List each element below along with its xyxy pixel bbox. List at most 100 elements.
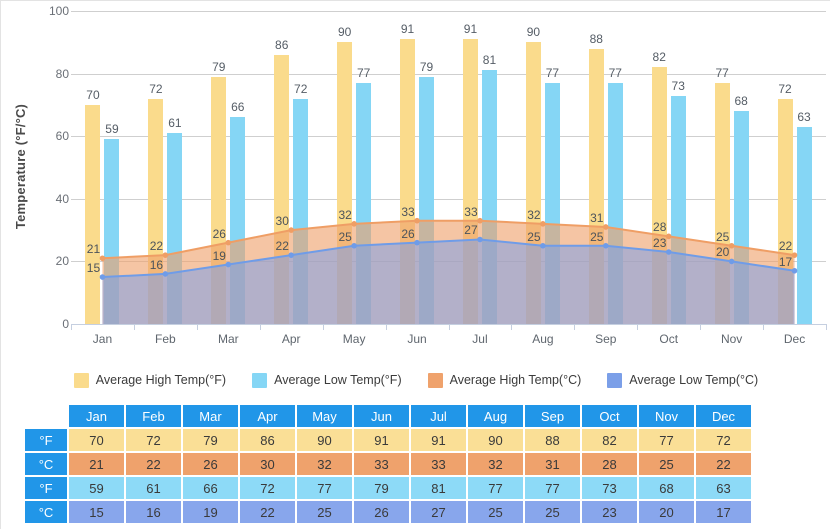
y-axis-ticks: 0 20 40 60 80 100: [31, 1, 69, 331]
table-cell: 77: [525, 477, 580, 499]
table-cell: 63: [696, 477, 751, 499]
y-tick-label: 60: [55, 129, 69, 144]
area-value-label: 32: [338, 207, 352, 222]
area-value-label: 26: [212, 226, 226, 241]
area-low-c-point: [728, 258, 735, 265]
table-cell: 72: [126, 429, 181, 451]
area-value-label: 20: [715, 245, 730, 260]
area-high-c-point: [162, 252, 169, 258]
x-axis-tick: [574, 324, 576, 330]
table-cell: 68: [639, 477, 694, 499]
area-value-label: 33: [401, 204, 415, 219]
area-value-label: 33: [464, 204, 478, 219]
y-tick-label: 40: [55, 191, 69, 206]
x-axis-label-jan: Jan: [92, 332, 113, 346]
legend-label: Average Low Temp(°C): [629, 373, 759, 387]
x-axis-label-jun: Jun: [407, 332, 427, 346]
table-row-header-3: °C: [25, 501, 67, 523]
area-value-label: 25: [715, 229, 730, 244]
legend-item-3[interactable]: Average Low Temp(°C): [607, 372, 759, 388]
x-axis-label-feb: Feb: [155, 332, 176, 346]
table-header: Jan Feb Mar Apr May Jun Jul Aug Sep Oct Nov Dec: [25, 405, 751, 427]
table-cell: 27: [411, 501, 466, 523]
area-series-layer: [99, 217, 798, 324]
table-cell: 25: [297, 501, 352, 523]
y-tick-label: 0: [62, 317, 69, 331]
table-row-header-2: °F: [25, 477, 67, 499]
x-axis-tick: [71, 324, 72, 330]
table-col-header-jul: Jul: [411, 405, 466, 427]
area-high-c-point: [99, 255, 106, 262]
x-axis-tick: [511, 324, 513, 330]
table-cell: 31: [525, 453, 580, 475]
area-high-c-point: [414, 217, 420, 224]
table-cell: 25: [468, 501, 523, 523]
legend-swatch-icon: [73, 372, 89, 388]
x-axis-label-sep: Sep: [595, 332, 617, 346]
table-cell: 73: [582, 477, 637, 499]
table-col-header-jun: Jun: [354, 405, 409, 427]
table-cell: 20: [639, 501, 694, 523]
x-axis-tick: [700, 324, 702, 330]
table-row-header-0: °F: [25, 429, 67, 451]
table-cell: 59: [69, 477, 124, 499]
x-axis-tick: [385, 324, 387, 330]
table-cell: 90: [468, 429, 523, 451]
area-value-label: 30: [275, 214, 289, 229]
table-cell: 61: [126, 477, 181, 499]
legend-item-0[interactable]: Average High Temp(°F): [73, 372, 227, 388]
area-value-label: 27: [464, 223, 478, 238]
table-cell: 28: [582, 453, 637, 475]
area-value-label: 22: [778, 239, 793, 254]
y-tick-label: 100: [48, 4, 69, 18]
area-value-label: 19: [212, 248, 226, 263]
area-low-c-point: [288, 252, 295, 258]
table-cell: 16: [126, 501, 181, 523]
x-axis-tick: [763, 324, 765, 330]
table-cell: 30: [240, 453, 295, 475]
area-low-c-point: [477, 236, 483, 243]
legend-label: Average High Temp(°C): [449, 373, 582, 387]
table-cell: 26: [183, 453, 238, 475]
table-row: °C 15 16 19 22 25 26 27 25 25 23 20 17: [25, 501, 751, 523]
x-axis-tick: [637, 324, 639, 330]
legend-swatch-icon: [607, 372, 623, 388]
x-axis-label-aug: Aug: [532, 332, 554, 346]
area-high-c-point: [791, 252, 798, 258]
area-low-c-point: [162, 271, 169, 277]
area-low-c-point: [351, 242, 357, 249]
table-cell: 91: [354, 429, 409, 451]
table-cell: 17: [696, 501, 751, 523]
table-cell: 77: [468, 477, 523, 499]
table-col-header-sep: Sep: [525, 405, 580, 427]
y-tick-label: 20: [55, 254, 69, 269]
table-cell: 22: [126, 453, 181, 475]
legend-item-2[interactable]: Average High Temp(°C): [427, 372, 582, 388]
table-cell: 23: [582, 501, 637, 523]
table-cell: 79: [183, 429, 238, 451]
area-high-c-point: [728, 242, 735, 249]
table-cell: 77: [639, 429, 694, 451]
area-low-c-point: [665, 249, 672, 255]
table-col-header-dec: Dec: [696, 405, 751, 427]
x-axis-tick: [196, 324, 198, 330]
area-value-label: 31: [590, 210, 604, 225]
y-axis-title-label: Temperature (°F/°C): [13, 103, 29, 229]
table-row: °F 59 61 66 72 77 79 81 77 77 73 68 63: [25, 477, 751, 499]
area-high-c-point: [602, 224, 609, 230]
table-cell: 79: [354, 477, 409, 499]
area-high-c-point: [351, 221, 357, 227]
x-axis-tick: [322, 324, 324, 330]
area-value-label: 28: [653, 220, 667, 235]
area-value-label: 26: [401, 226, 415, 241]
legend-label: Average High Temp(°F): [95, 373, 227, 387]
area-high-c-point: [477, 217, 483, 224]
legend-swatch-icon: [427, 372, 443, 388]
plot-region: 70 59 72 61 79 66 86 72 90 77 91 79 91 81 90 77 88 77 82 73…: [71, 11, 826, 325]
table-cell: 88: [525, 429, 580, 451]
x-axis-label-jul: Jul: [472, 332, 488, 346]
table-cell: 22: [696, 453, 751, 475]
area-value-label: 15: [86, 261, 101, 276]
legend-item-1[interactable]: Average Low Temp(°F): [252, 372, 402, 388]
table-body: °F 70 72 79 86 90 91 91 90 88 82 77 72 °C 21 22 26 30 32 33…: [25, 429, 751, 523]
